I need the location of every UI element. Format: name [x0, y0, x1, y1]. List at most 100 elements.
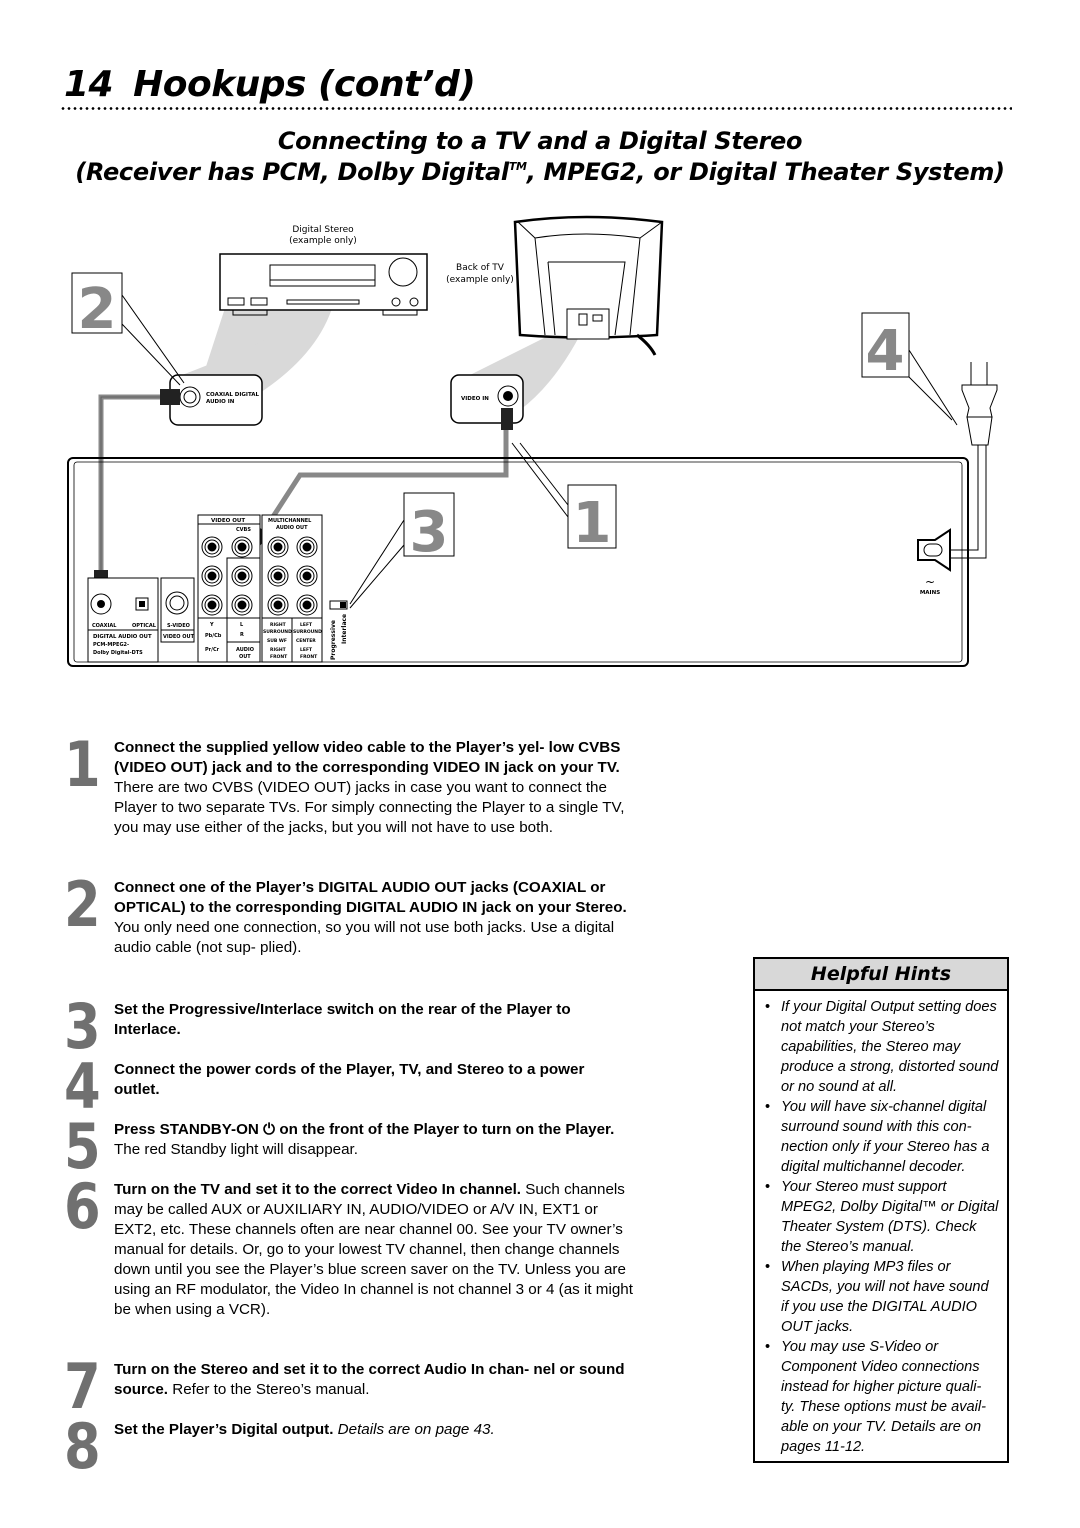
page-heading: Hookups (cont’d) [133, 64, 476, 105]
rca-jack [207, 600, 217, 610]
optical-label: OPTICAL [132, 623, 157, 629]
left-front-label: LEFT [300, 647, 313, 653]
tv-label-sub: (example only) [446, 275, 514, 285]
step-page-reference: Details are on page 43. [337, 1421, 495, 1438]
step-number: 7 [64, 1350, 101, 1423]
rca-jack [302, 600, 312, 610]
digital-audio-cable [98, 394, 165, 590]
step-detail: You only need one connection, so you wil… [114, 919, 615, 956]
step-instruction: Turn on the TV and set it to the correct… [114, 1181, 522, 1198]
dolby-dts-label: Dolby Digital-DTS [93, 650, 143, 656]
hint-text: If your Digital Output setting does not … [781, 999, 999, 1095]
step-number: 5 [64, 1110, 101, 1183]
step-detail: The red Standby light will disappear. [114, 1141, 358, 1158]
hint-text: You may use S-Video or Component Video c… [781, 1339, 986, 1455]
power-plug [961, 362, 998, 446]
video-out-label: VIDEO OUT [211, 518, 245, 524]
pb-label: Pb/Cb [205, 633, 222, 639]
hint-item: • You may use S-Video or Component Video … [765, 1337, 999, 1457]
callout-2: 2 [71, 272, 185, 386]
hint-item: • When playing MP3 files or SACDs, you wi… [765, 1257, 999, 1337]
pr-label: Pr/Cr [205, 647, 220, 653]
rca-jack [207, 542, 217, 552]
stereo-label: Digital Stereo [292, 225, 354, 235]
step-detail: There are two CVBS (VIDEO OUT) jacks in … [114, 779, 625, 836]
subtitle-post: , MPEG2, or Digital Theater System) [526, 158, 1005, 186]
step-number: 3 [64, 990, 101, 1063]
hint-item: • If your Digital Output setting does not… [765, 997, 999, 1097]
player-rear-panel: COAXIAL OPTICAL DIGITAL AUDIO OUT PCM-MP… [67, 457, 969, 667]
helpful-hints-title: Helpful Hints [755, 959, 1007, 991]
mains-label: MAINS [920, 590, 940, 596]
digital-stereo: Digital Stereo (example only) [219, 225, 428, 316]
step-text: Set the Progressive/Interlace switch on … [114, 1000, 634, 1040]
bullet-icon: • [765, 1179, 771, 1195]
cvbs-label: CVBS [236, 527, 251, 533]
step-instruction: Connect the supplied yellow video cable … [114, 739, 621, 776]
coaxial-label: COAXIAL [92, 623, 117, 629]
tv-back: Back of TV (example only) [446, 215, 664, 356]
right-surround-label: RIGHT [270, 622, 287, 628]
pcm-mpeg2-label: PCM-MPEG2- [93, 642, 129, 648]
audio-label: AUDIO [236, 647, 254, 653]
rca-jack [207, 571, 217, 581]
rca-jack [273, 542, 283, 552]
right-front-label: RIGHT [270, 647, 287, 653]
page-number: 14 [64, 64, 114, 105]
callout-1: 1 [511, 442, 617, 556]
left-front-label-2: FRONT [300, 654, 318, 660]
rca-jack [237, 542, 247, 552]
svideo-label: S-VIDEO [167, 623, 190, 629]
hookup-diagram: Digital Stereo (example only) Back of TV… [67, 215, 998, 667]
sub-wf-label: SUB WF [267, 638, 287, 644]
coaxial-plug-top [160, 389, 180, 405]
coaxial-in-label-sub: AUDIO IN [206, 399, 235, 405]
bullet-icon: • [765, 1099, 771, 1115]
step-text: Turn on the Stereo and set it to the cor… [114, 1360, 634, 1400]
step-number: 6 [64, 1170, 101, 1243]
step-text: Press STANDBY-ON ⏻ on the front of the P… [114, 1120, 634, 1160]
rca-jack [273, 600, 283, 610]
rca-jack [273, 571, 283, 581]
left-surround-label: LEFT [300, 622, 313, 628]
section-subtitle: (Receiver has PCM, Dolby DigitalTM, MPEG… [0, 158, 1080, 186]
hint-text: Your Stereo must support MPEG2, Dolby Di… [781, 1179, 999, 1255]
video-plug-top [501, 408, 513, 430]
out-label: OUT [239, 654, 251, 660]
callout-4-number: 4 [866, 319, 905, 384]
svideo-out-label: VIDEO OUT [163, 634, 195, 640]
step-text: Turn on the TV and set it to the correct… [114, 1180, 634, 1320]
dotted-divider [60, 107, 1012, 110]
step-number: 8 [64, 1410, 101, 1483]
step-text: Connect the power cords of the Player, T… [114, 1060, 634, 1100]
center-label: CENTER [296, 638, 316, 644]
bullet-icon: • [765, 1339, 771, 1355]
stereo-label-sub: (example only) [289, 236, 357, 246]
multichannel-audio-out-label: AUDIO OUT [276, 525, 308, 531]
multichannel-label: MULTICHANNEL [268, 518, 312, 524]
hint-item: • You will have six-channel digital surro… [765, 1097, 999, 1177]
coaxial-in-label: COAXIAL DIGITAL [206, 392, 260, 398]
helpful-hints-box: Helpful Hints • If your Digital Output se… [753, 957, 1009, 1463]
video-in-label: VIDEO IN [461, 396, 489, 402]
step-instruction: Connect one of the Player’s DIGITAL AUDI… [114, 879, 627, 916]
trademark: TM [508, 160, 527, 173]
hints-list: • If your Digital Output setting does not… [755, 997, 1007, 1457]
progressive-label: Progressive [330, 620, 337, 660]
subtitle-pre: (Receiver has PCM, Dolby Digital [75, 158, 509, 186]
rca-jack [302, 571, 312, 581]
step-text: Set the Player’s Digital output. Details… [114, 1420, 634, 1440]
digital-audio-out-label: DIGITAL AUDIO OUT [93, 634, 152, 640]
step-instruction: Press STANDBY-ON ⏻ on the front of the P… [114, 1121, 615, 1138]
step-text: Connect the supplied yellow video cable … [114, 738, 634, 838]
callout-1-number: 1 [573, 491, 612, 556]
step-number: 1 [64, 728, 101, 801]
tv-label: Back of TV [456, 263, 505, 273]
step-text: Connect one of the Player’s DIGITAL AUDI… [114, 878, 634, 958]
callout-4: 4 [861, 312, 958, 426]
step-instruction: Set the Player’s Digital output. [114, 1421, 334, 1438]
hint-text: When playing MP3 files or SACDs, you wil… [781, 1259, 989, 1335]
callout-3-number: 3 [410, 500, 449, 565]
step-detail: Such channels may be called AUX or AUXIL… [114, 1181, 633, 1318]
hint-text: You will have six-channel digital surrou… [781, 1099, 990, 1175]
